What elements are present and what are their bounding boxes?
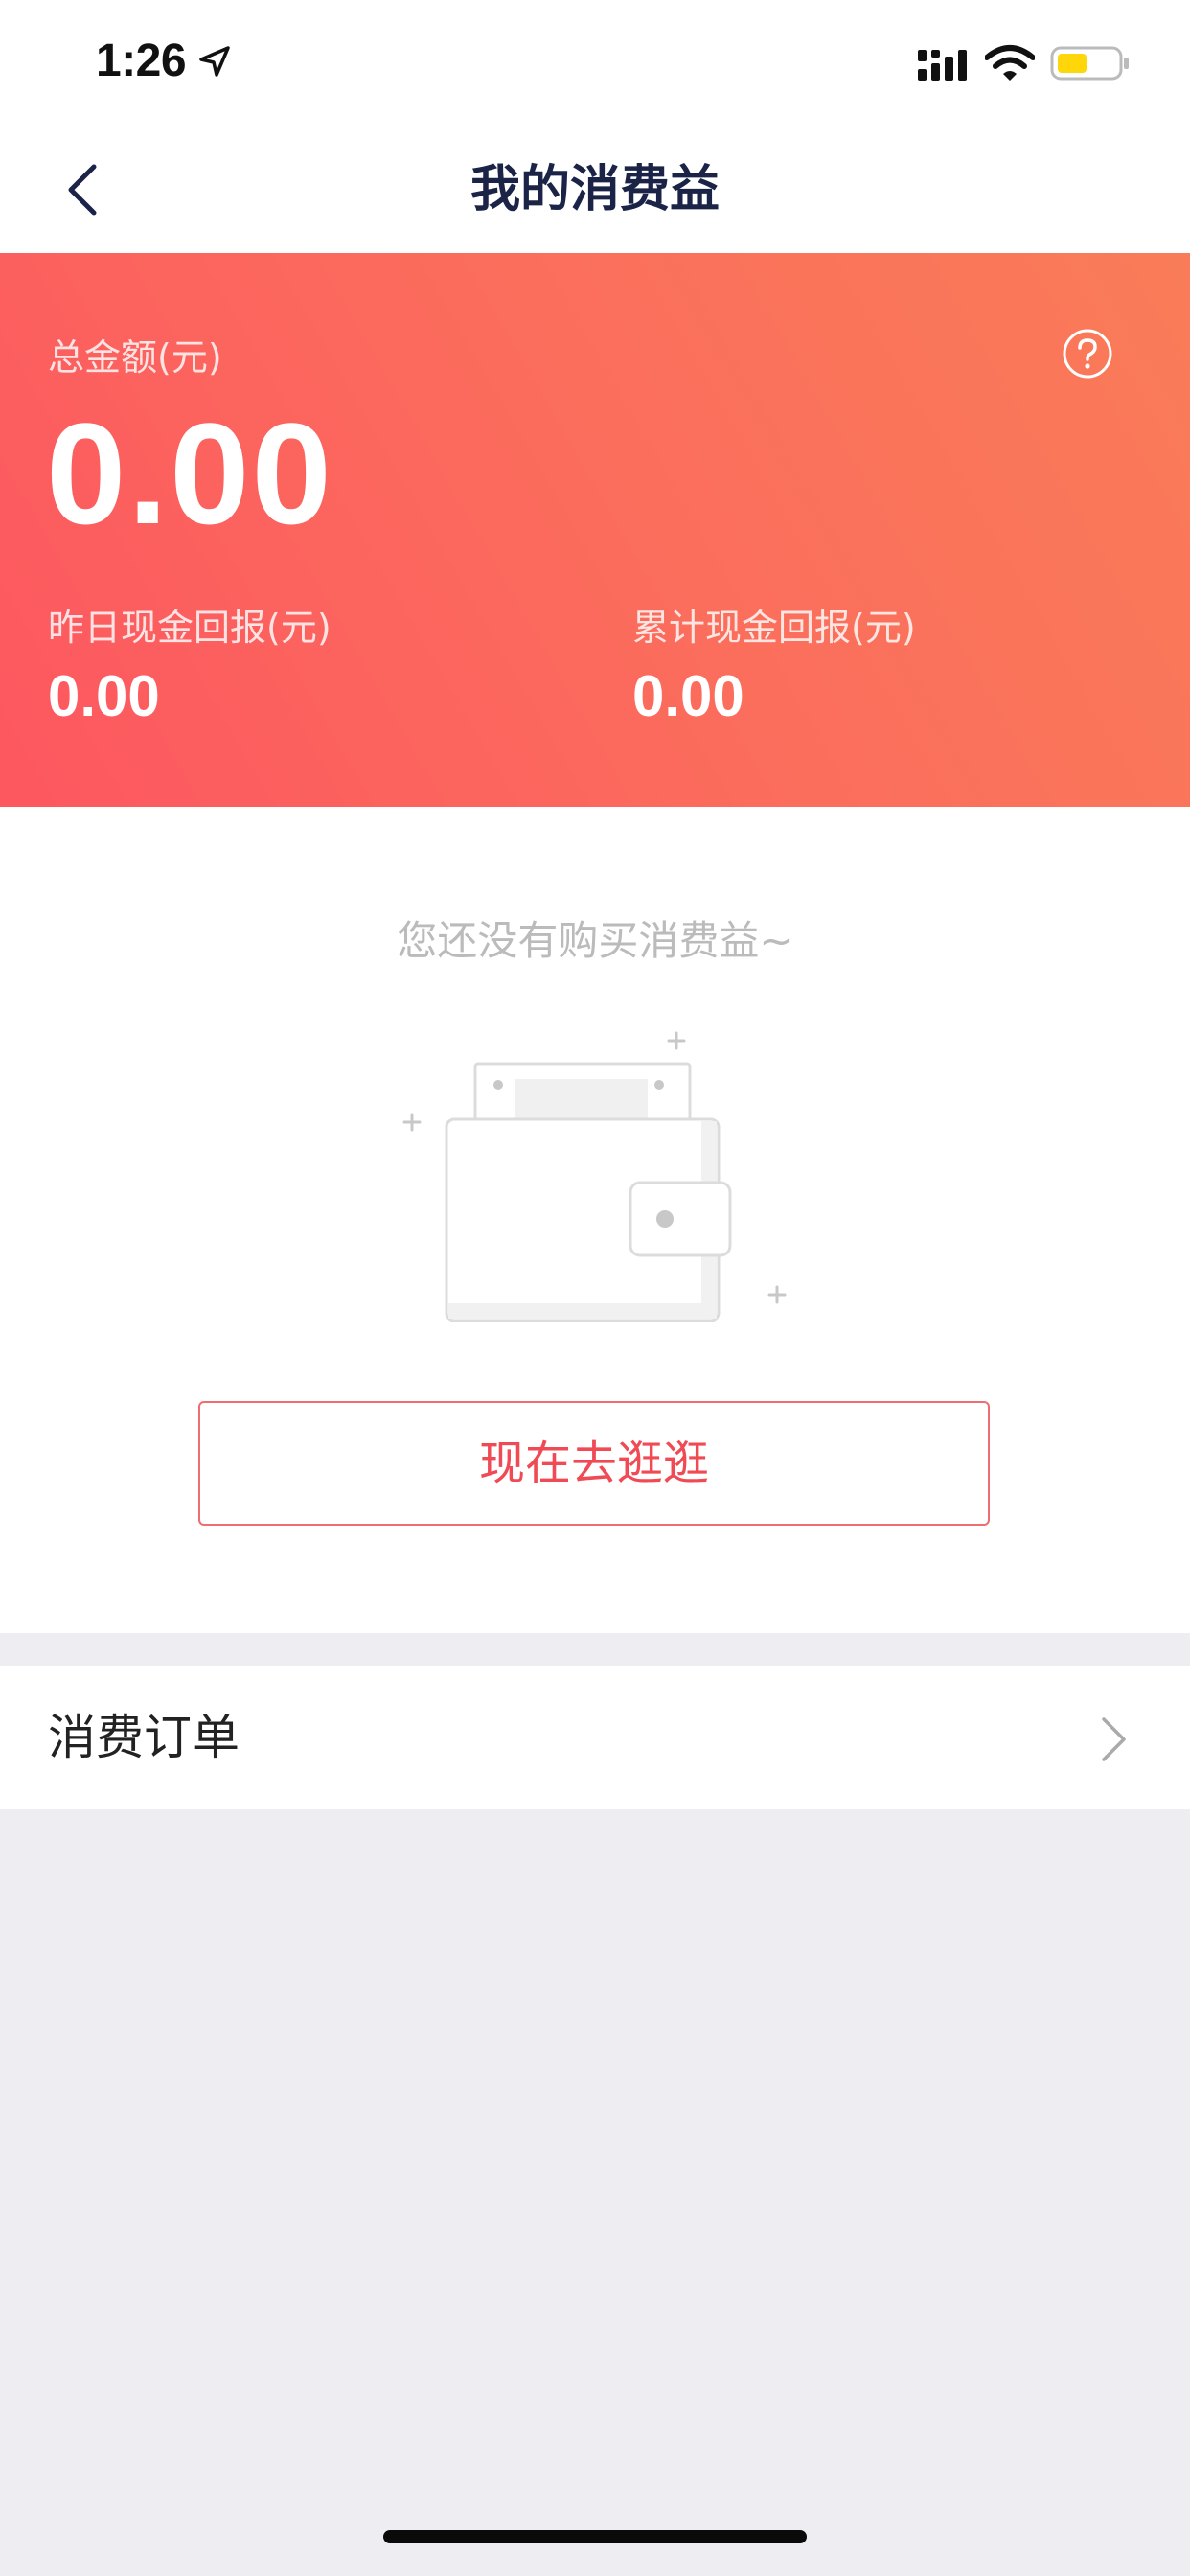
- summary-card: 总金额(元) 0.00 昨日现金回报(元) 0.00 累计现金回报(元) 0.0…: [0, 253, 1190, 807]
- screen: 1:26 我的消费益 总金额(元) 0.00 昨日现金回报(元) 0.00 累计…: [0, 0, 1190, 2576]
- nav-bar: 我的消费益: [0, 126, 1190, 253]
- home-indicator[interactable]: [383, 2530, 807, 2543]
- empty-state: 您还没有购买消费益~ 现在去逛逛: [0, 807, 1190, 1633]
- cumulative-return-value: 0.00: [632, 664, 744, 728]
- question-circle-icon[interactable]: [1062, 328, 1113, 380]
- battery-icon: [1050, 46, 1129, 80]
- chevron-right-icon: [1102, 1717, 1126, 1761]
- consumption-orders-label: 消费订单: [48, 1710, 240, 1765]
- location-arrow-icon: [199, 46, 230, 77]
- status-bar: 1:26: [0, 0, 1190, 126]
- cellular-signal-icon: [918, 50, 967, 80]
- total-amount-label: 总金额(元): [48, 336, 222, 379]
- cumulative-return-label: 累计现金回报(元): [632, 607, 916, 649]
- shop-now-button[interactable]: 现在去逛逛: [198, 1401, 990, 1526]
- empty-wallet-illustration: [402, 1031, 787, 1322]
- wifi-icon: [985, 45, 1035, 80]
- yesterday-return-value: 0.00: [48, 664, 160, 728]
- total-amount-value: 0.00: [46, 393, 333, 554]
- status-time: 1:26: [96, 35, 187, 86]
- empty-state-message: 您还没有购买消费益~: [397, 917, 793, 964]
- yesterday-return-label: 昨日现金回报(元): [48, 607, 332, 649]
- page-title: 我的消费益: [469, 161, 720, 218]
- consumption-orders-row[interactable]: 消费订单: [0, 1666, 1190, 1809]
